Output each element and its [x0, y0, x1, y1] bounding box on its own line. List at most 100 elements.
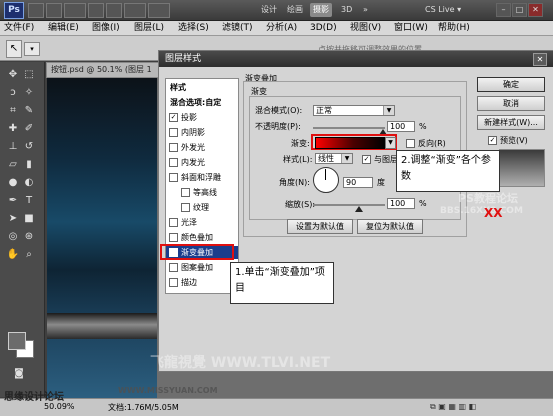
style-item[interactable]: 图案叠加 [166, 261, 238, 274]
opacity-input[interactable]: 100 [387, 121, 415, 132]
dodge-tool-icon[interactable]: ◐ [22, 176, 36, 190]
reverse-checkbox-box[interactable] [406, 139, 415, 148]
menu-analysis[interactable]: 分析(A) [266, 21, 297, 35]
minimize-button[interactable]: – [496, 3, 511, 17]
3d-orbit-icon[interactable]: ⊛ [22, 230, 36, 244]
menu-view[interactable]: 视图(V) [350, 21, 381, 35]
pen-tool-icon[interactable]: ✒ [6, 194, 20, 208]
style-item[interactable]: 外发光 [166, 141, 238, 154]
dialog-close-icon[interactable]: ✕ [533, 53, 547, 66]
style-checkbox[interactable] [169, 173, 178, 182]
arrange-documents-button[interactable] [124, 3, 146, 18]
lasso-tool-icon[interactable]: ↄ [6, 86, 20, 100]
workspace-painting[interactable]: 绘画 [284, 3, 306, 17]
rotate-view-button[interactable] [106, 3, 122, 18]
history-brush-icon[interactable]: ↺ [22, 140, 36, 154]
eyedropper-tool-icon[interactable]: ✎ [22, 104, 36, 118]
styles-list-header[interactable]: 样式 [166, 81, 238, 94]
reverse-checkbox[interactable]: 反向(R) [403, 138, 446, 149]
style-select[interactable]: 线性 ▼ [315, 153, 353, 164]
menu-select[interactable]: 选择(S) [178, 21, 209, 35]
foreground-color-swatch[interactable] [8, 332, 26, 350]
workspace-design[interactable]: 设计 [258, 3, 280, 17]
move-tool-icon[interactable]: ✥ [6, 68, 20, 82]
gradient-dropdown-icon[interactable]: ▼ [385, 137, 396, 149]
menu-image[interactable]: 图像(I) [92, 21, 120, 35]
quick-mask-icon[interactable]: ◙ [12, 367, 26, 381]
style-item[interactable]: 描边 [166, 276, 238, 289]
hand-tool-button[interactable] [88, 3, 104, 18]
style-checkbox[interactable]: ✓ [169, 113, 178, 122]
gradient-picker[interactable] [315, 137, 385, 149]
styles-list-header[interactable]: 混合选项:自定 [166, 96, 238, 109]
menu-file[interactable]: 文件(F) [4, 21, 34, 35]
screen-mode-button[interactable] [148, 3, 170, 18]
clone-stamp-icon[interactable]: ⊥ [6, 140, 20, 154]
style-checkbox[interactable] [169, 128, 178, 137]
style-item[interactable]: 纹理 [166, 201, 238, 214]
brush-tool-icon[interactable]: ✐ [22, 122, 36, 136]
ok-button[interactable]: 确定 [477, 77, 545, 92]
gradient-tool-icon[interactable]: ▮ [22, 158, 36, 172]
align-checkbox[interactable]: ✓ 与图层 [359, 154, 398, 165]
status-nav-icons[interactable]: ⧉ ▣ ▦ ▥ ◧ [430, 402, 476, 412]
preview-checkbox-box[interactable]: ✓ [488, 136, 497, 145]
style-checkbox[interactable] [169, 158, 178, 167]
style-item[interactable]: ✓ 投影 [166, 111, 238, 124]
scale-slider[interactable] [313, 204, 385, 206]
angle-dial[interactable] [313, 167, 339, 193]
workspace-more[interactable]: » [360, 3, 371, 17]
style-item[interactable]: 等高线 [166, 186, 238, 199]
zoom-level[interactable]: 50.09% [44, 402, 75, 411]
type-tool-icon[interactable]: T [22, 194, 36, 208]
scale-slider-handle[interactable] [355, 206, 363, 212]
menu-layer[interactable]: 图层(L) [134, 21, 164, 35]
close-button[interactable]: ✕ [528, 3, 543, 17]
style-checkbox[interactable] [169, 143, 178, 152]
style-item[interactable]: 斜面和浮雕 [166, 171, 238, 184]
blend-mode-select[interactable]: 正常 ▼ [313, 105, 395, 116]
blur-tool-icon[interactable]: ● [6, 176, 20, 190]
zoom-level-button[interactable] [64, 3, 86, 18]
magic-wand-icon[interactable]: ✧ [22, 86, 36, 100]
menu-edit[interactable]: 编辑(E) [48, 21, 79, 35]
menu-help[interactable]: 帮助(H) [438, 21, 470, 35]
path-selection-icon[interactable]: ➤ [6, 212, 20, 226]
tool-preset-dropdown[interactable]: ▾ [24, 42, 40, 56]
document-canvas[interactable] [47, 78, 157, 398]
menu-3d[interactable]: 3D(D) [310, 21, 337, 35]
style-checkbox[interactable] [169, 218, 178, 227]
style-checkbox[interactable] [181, 203, 190, 212]
style-item[interactable]: 内阴影 [166, 126, 238, 139]
eraser-tool-icon[interactable]: ▱ [6, 158, 20, 172]
maximize-button[interactable]: □ [512, 3, 527, 17]
workspace-photography[interactable]: 摄影 [310, 3, 332, 17]
style-item[interactable]: 内发光 [166, 156, 238, 169]
style-checkbox[interactable] [181, 188, 190, 197]
angle-input[interactable]: 90 [343, 177, 373, 188]
menu-filter[interactable]: 滤镜(T) [222, 21, 253, 35]
align-checkbox-box[interactable]: ✓ [362, 155, 371, 164]
bridge-button[interactable] [28, 3, 44, 18]
opacity-slider[interactable] [313, 127, 385, 129]
style-checkbox[interactable] [169, 233, 178, 242]
shape-tool-icon[interactable]: ■ [22, 212, 36, 226]
move-tool-icon[interactable]: ↖ [6, 40, 22, 58]
marquee-tool-icon[interactable]: ⬚ [22, 68, 36, 82]
crop-tool-icon[interactable]: ⌗ [6, 104, 20, 118]
3d-rotate-icon[interactable]: ◎ [6, 230, 20, 244]
style-checkbox[interactable] [169, 278, 178, 287]
preview-checkbox[interactable]: ✓ 预览(V) [485, 135, 528, 146]
cs-live-button[interactable]: CS Live ▾ [422, 3, 464, 17]
style-checkbox[interactable] [169, 263, 178, 272]
mini-bridge-button[interactable] [46, 3, 62, 18]
cancel-button[interactable]: 取消 [477, 96, 545, 111]
hand-tool-icon[interactable]: ✋ [6, 248, 20, 262]
healing-brush-icon[interactable]: ✚ [6, 122, 20, 136]
new-style-button[interactable]: 新建样式(W)... [477, 115, 545, 130]
style-item[interactable]: 光泽 [166, 216, 238, 229]
zoom-tool-icon[interactable]: ⌕ [22, 248, 36, 262]
make-default-button[interactable]: 设置为默认值 [287, 219, 353, 234]
reset-default-button[interactable]: 复位为默认值 [357, 219, 423, 234]
style-item[interactable]: 颜色叠加 [166, 231, 238, 244]
